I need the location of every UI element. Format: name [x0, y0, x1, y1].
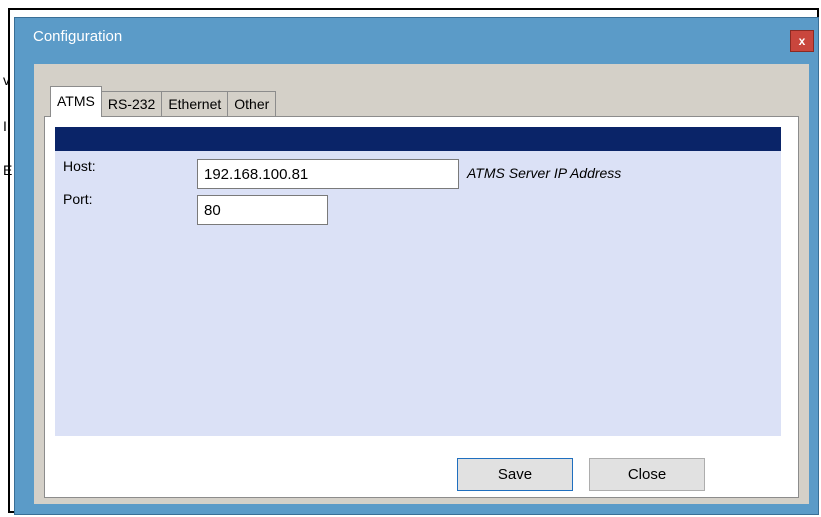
atms-settings-panel: Host: ATMS Server IP Address Port:	[55, 127, 781, 436]
tab-panel-atms: Host: ATMS Server IP Address Port:	[44, 116, 799, 498]
host-label: Host:	[63, 158, 96, 174]
background-text: E	[3, 162, 13, 178]
background-text: v	[3, 72, 10, 88]
close-button[interactable]: Close	[589, 458, 705, 491]
close-window-button[interactable]: x	[790, 30, 814, 52]
tab-rs232[interactable]: RS-232	[100, 91, 163, 117]
port-label: Port:	[63, 191, 93, 207]
save-button[interactable]: Save	[457, 458, 573, 491]
port-input[interactable]	[197, 195, 328, 225]
configuration-dialog: Configuration x ATMS RS-232 Ethernet Oth…	[14, 17, 819, 515]
tab-strip: ATMS RS-232 Ethernet Other	[50, 86, 277, 117]
background-text: I	[3, 118, 7, 134]
host-hint: ATMS Server IP Address	[467, 165, 622, 181]
tab-atms[interactable]: ATMS	[50, 86, 102, 117]
tab-ethernet[interactable]: Ethernet	[161, 91, 229, 117]
dialog-client-area: ATMS RS-232 Ethernet Other Host: ATMS Se…	[34, 64, 809, 504]
tab-other[interactable]: Other	[227, 91, 277, 117]
host-input[interactable]	[197, 159, 459, 189]
panel-header-bar	[55, 127, 781, 151]
window-title: Configuration	[33, 28, 123, 45]
title-bar[interactable]: Configuration x	[15, 18, 818, 63]
